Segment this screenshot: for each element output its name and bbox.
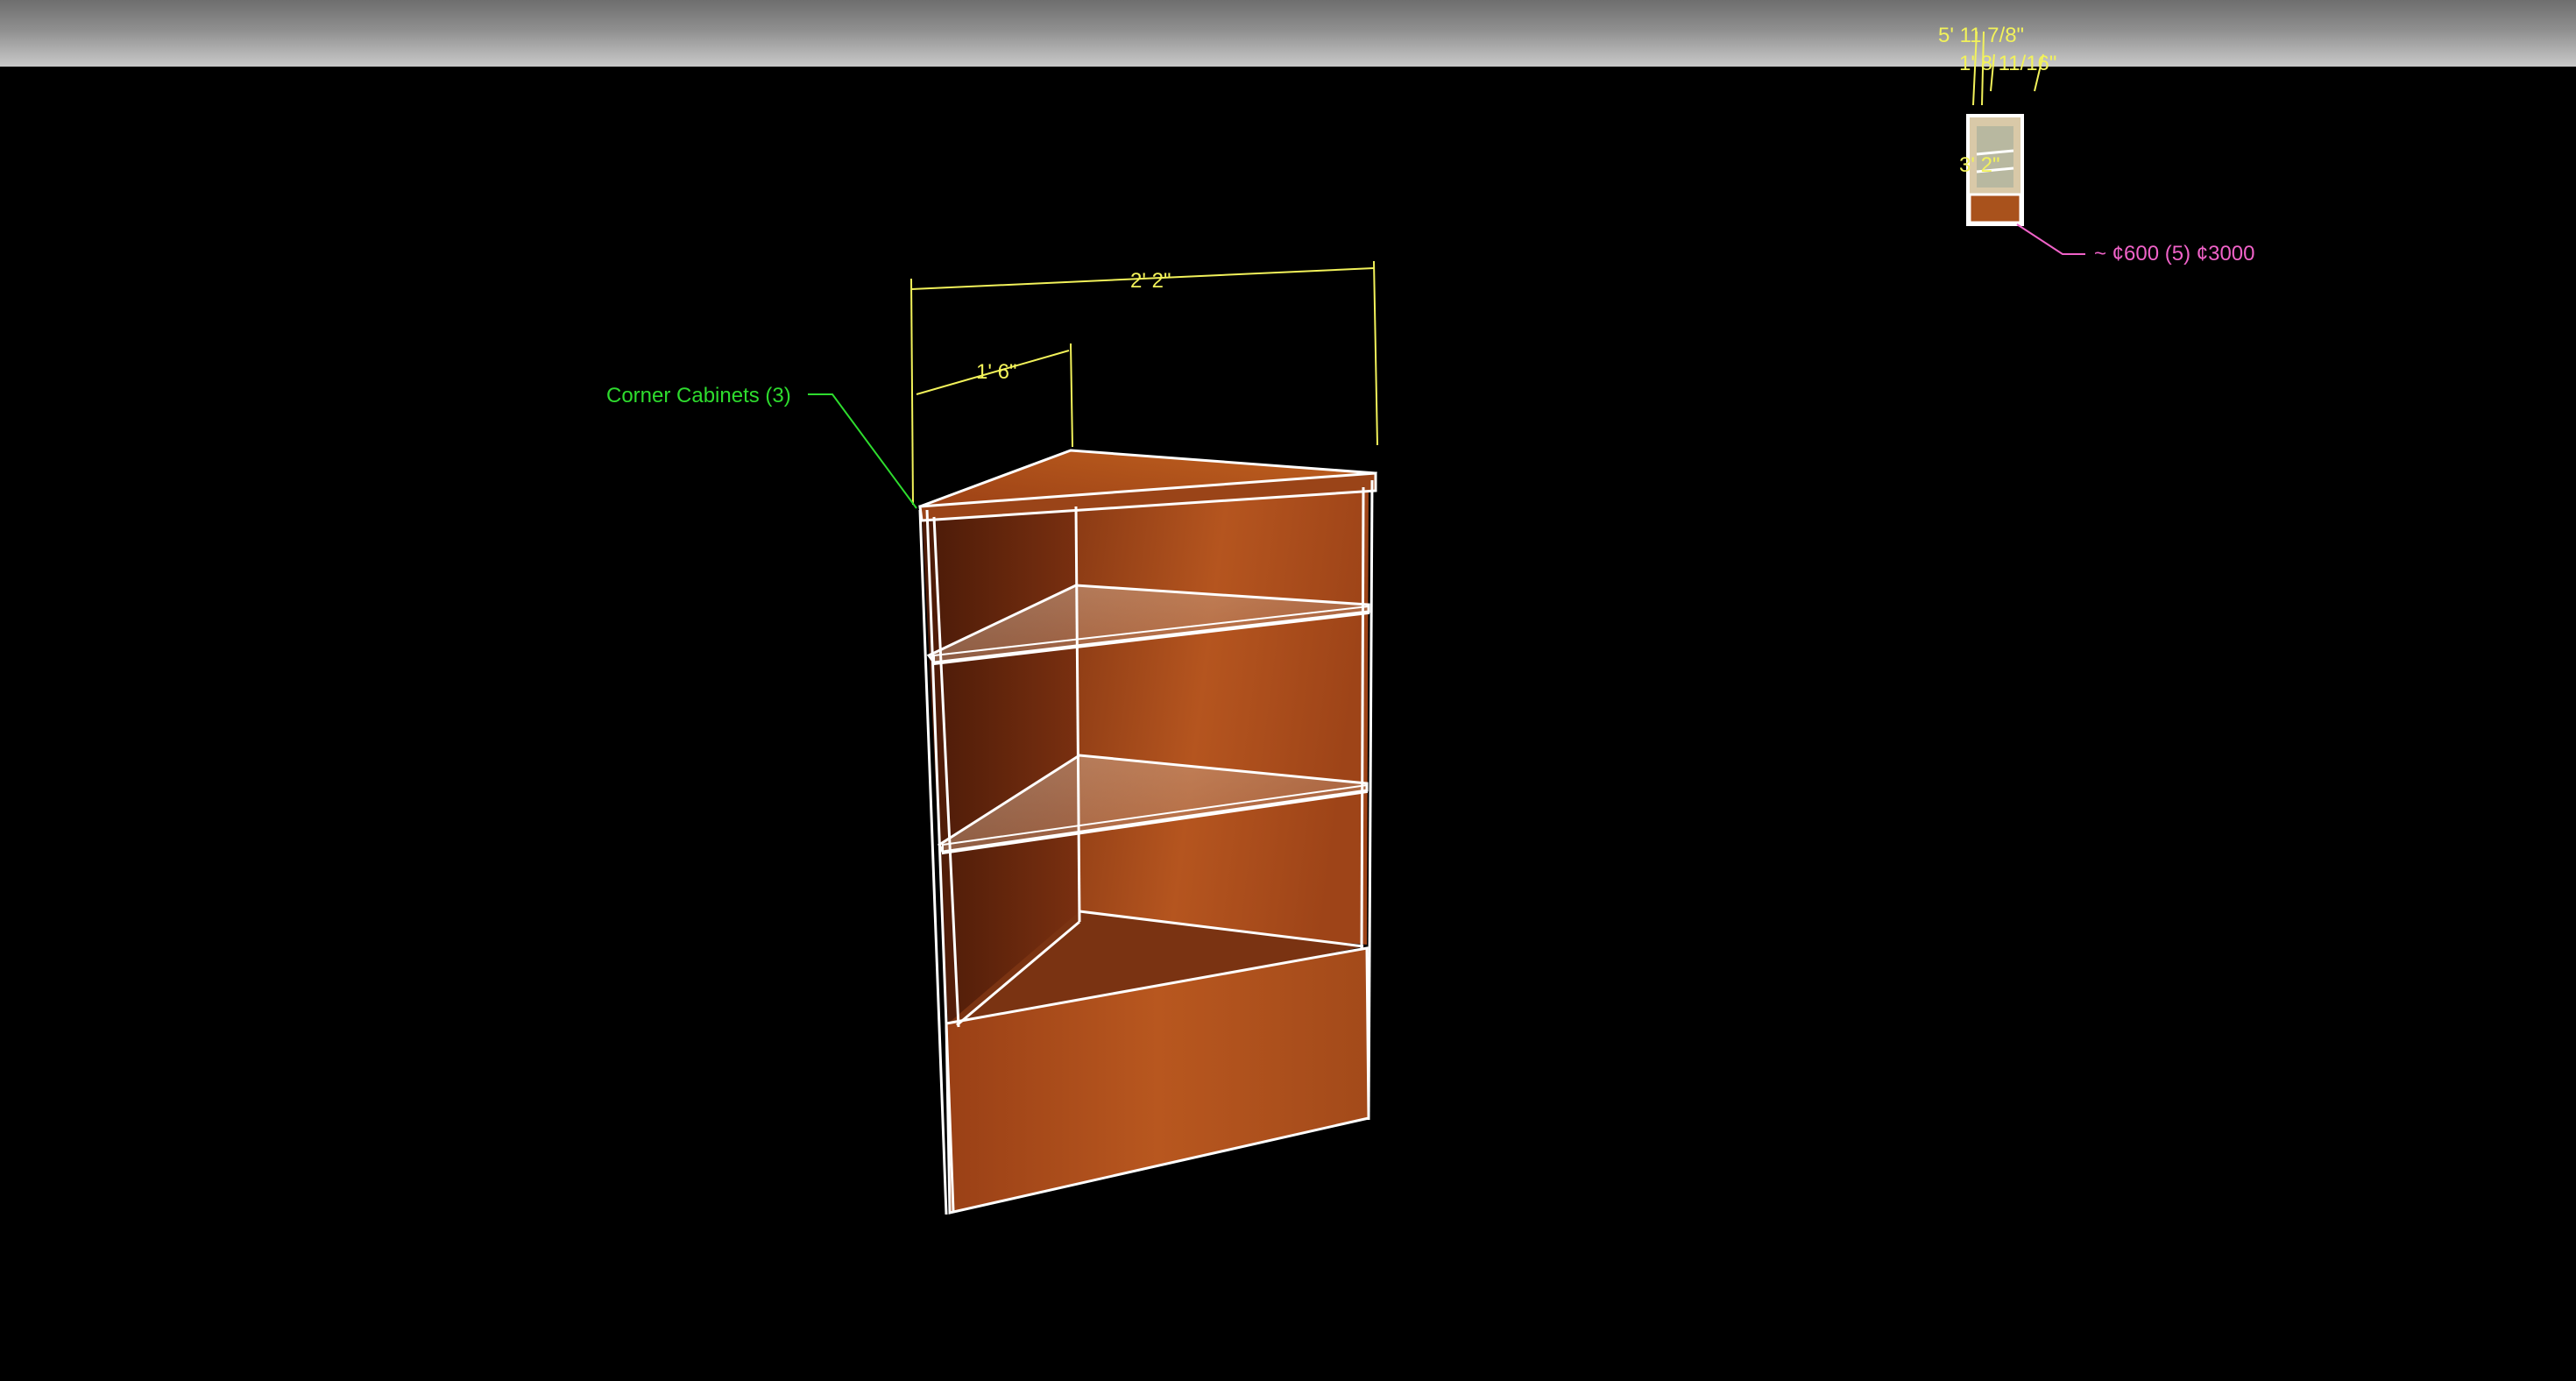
price-label[interactable]: ~ ¢600 (5) ¢3000 — [2094, 242, 2254, 266]
thumbnail-side-label[interactable]: 3' 2" — [1959, 153, 1999, 177]
thumbnail-height-label[interactable]: 5' 11 7/8" — [1938, 24, 2024, 47]
price-label-leader — [2016, 223, 2085, 255]
dimension-depth-label[interactable]: 1' 6" — [976, 360, 1016, 384]
cabinet-scene[interactable]: 2' 2" 1' 6" Corner Cabinets (3) 5' 11 7/… — [0, 0, 2576, 1381]
thumbnail-width-label[interactable]: 1' 8 11/16" — [1959, 52, 2056, 75]
component-name-label[interactable]: Corner Cabinets (3) — [606, 384, 791, 407]
cabinet-label-leader — [808, 393, 917, 509]
corner-cabinet-model[interactable] — [918, 449, 1377, 1215]
cabinet-back-panel — [1076, 487, 1369, 945]
dimension-width-label[interactable]: 2' 2" — [1130, 269, 1171, 293]
